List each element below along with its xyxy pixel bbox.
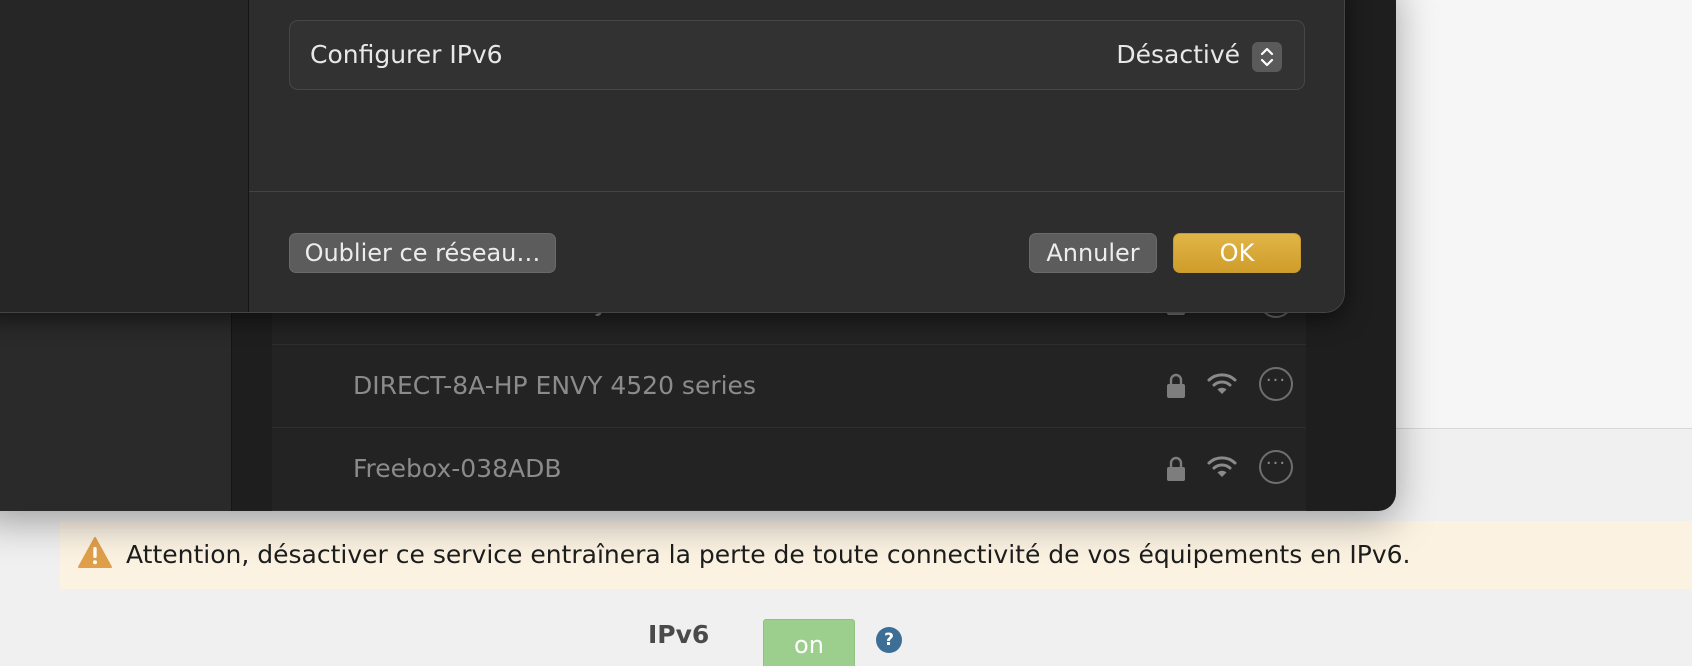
screen: Attention, désactiver ce service entraîn… [0, 0, 1692, 666]
sheet-sidebar [0, 0, 249, 312]
warning-icon [78, 537, 112, 568]
sheet-content: Configurer IPv6 Désactivé Oublier ce rés… [249, 0, 1344, 312]
configure-ipv6-label: Configurer IPv6 [310, 40, 503, 69]
ipv6-toggle[interactable]: on [763, 619, 855, 666]
web-page-panel [1396, 0, 1692, 429]
lock-icon [1167, 456, 1185, 481]
wifi-network-name: Freebox-038ADB [353, 454, 562, 483]
forget-network-button[interactable]: Oublier ce réseau… [289, 233, 556, 273]
lock-icon [1167, 373, 1185, 398]
configure-ipv6-value[interactable]: Désactivé [1116, 21, 1240, 89]
ipv6-label: IPv6 [648, 620, 710, 649]
help-icon[interactable]: ? [876, 627, 902, 653]
warning-text: Attention, désactiver ce service entraîn… [126, 540, 1411, 569]
warning-banner: Attention, désactiver ce service entraîn… [60, 521, 1692, 589]
network-details-sheet: Configurer IPv6 Désactivé Oublier ce rés… [0, 0, 1345, 313]
wifi-signal-icon [1207, 456, 1237, 477]
ok-button[interactable]: OK [1173, 233, 1301, 273]
sheet-divider [249, 191, 1344, 192]
wifi-network-row[interactable]: Freebox-038ADB ··· [272, 428, 1306, 511]
wifi-network-row[interactable]: DIRECT-8A-HP ENVY 4520 series ··· [272, 345, 1306, 428]
chevron-up-down-icon[interactable] [1252, 42, 1282, 72]
cancel-button[interactable]: Annuler [1029, 233, 1157, 273]
more-options-icon[interactable]: ··· [1259, 450, 1293, 484]
wifi-network-name: DIRECT-8A-HP ENVY 4520 series [353, 371, 756, 400]
configure-ipv6-row[interactable]: Configurer IPv6 Désactivé [289, 20, 1305, 90]
more-options-icon[interactable]: ··· [1259, 367, 1293, 401]
wifi-signal-icon [1207, 373, 1237, 394]
